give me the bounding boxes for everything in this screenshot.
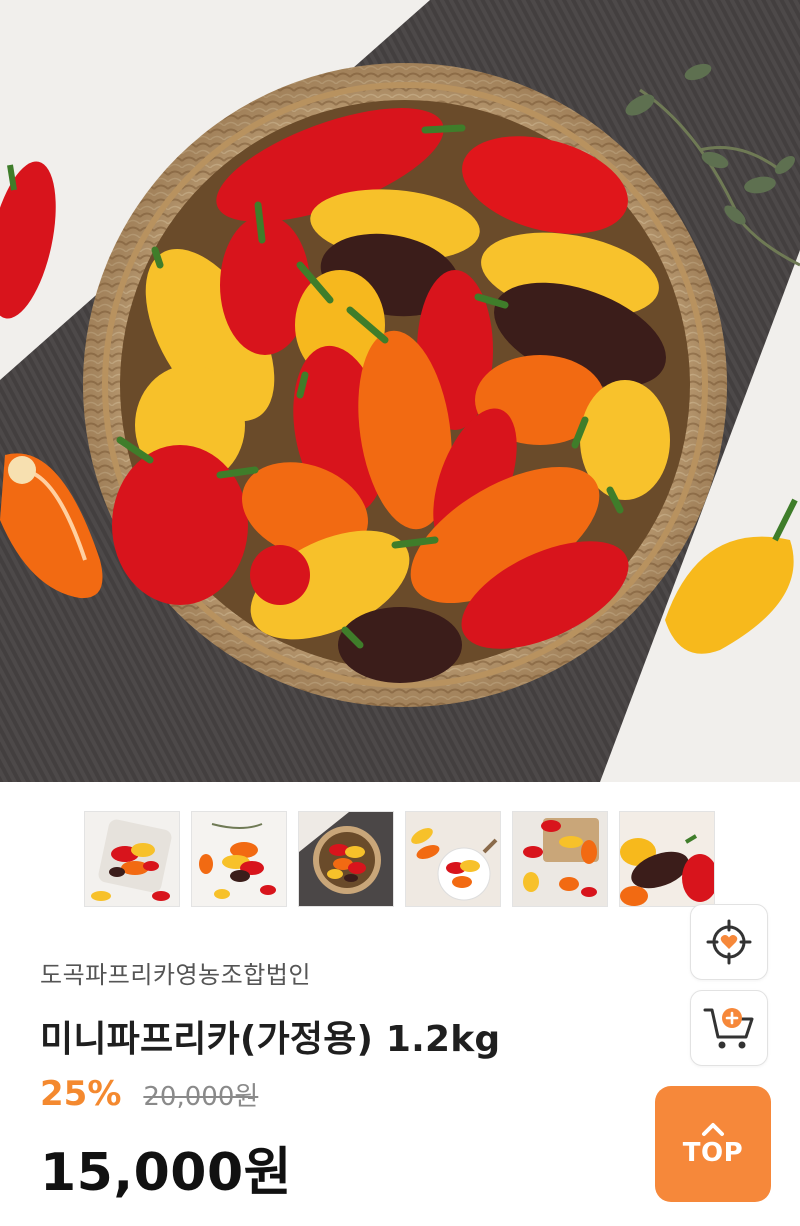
original-price: 20,000원 [143, 1082, 259, 1112]
product-title: 미니파프리카(가정용) 1.2kg [40, 1019, 501, 1060]
thumbnail-6[interactable] [619, 811, 715, 907]
wishlist-target-button[interactable] [690, 904, 768, 980]
scroll-to-top-button[interactable]: TOP [655, 1086, 771, 1202]
seller-name[interactable]: 도곡파프리카영농조합법인 [40, 955, 311, 990]
paprika-thumb-2 [192, 812, 286, 906]
top-label: TOP [682, 1138, 744, 1168]
sale-price: 15,000원 [40, 1143, 293, 1203]
mini-paprika-basket-photo [0, 0, 800, 782]
paprika-thumb-5 [513, 812, 607, 906]
product-hero-image [0, 0, 800, 782]
chevron-up-icon [702, 1123, 724, 1136]
paprika-thumb-4 [406, 812, 500, 906]
discount-rate: 25% [40, 1074, 122, 1114]
thumbnail-strip [84, 811, 715, 907]
paprika-thumb-3 [299, 812, 393, 906]
crosshair-heart-icon [706, 919, 752, 965]
paprika-thumb-6 [620, 812, 714, 906]
thumbnail-2[interactable] [191, 811, 287, 907]
thumbnail-1[interactable] [84, 811, 180, 907]
price-row: 25% 20,000원 [40, 1074, 258, 1114]
cart-add-icon [703, 1008, 754, 1049]
thumbnail-5[interactable] [512, 811, 608, 907]
thumbnail-3[interactable] [298, 811, 394, 907]
add-to-cart-button[interactable] [690, 990, 768, 1066]
thumbnail-4[interactable] [405, 811, 501, 907]
paprika-thumb-1 [85, 812, 179, 906]
